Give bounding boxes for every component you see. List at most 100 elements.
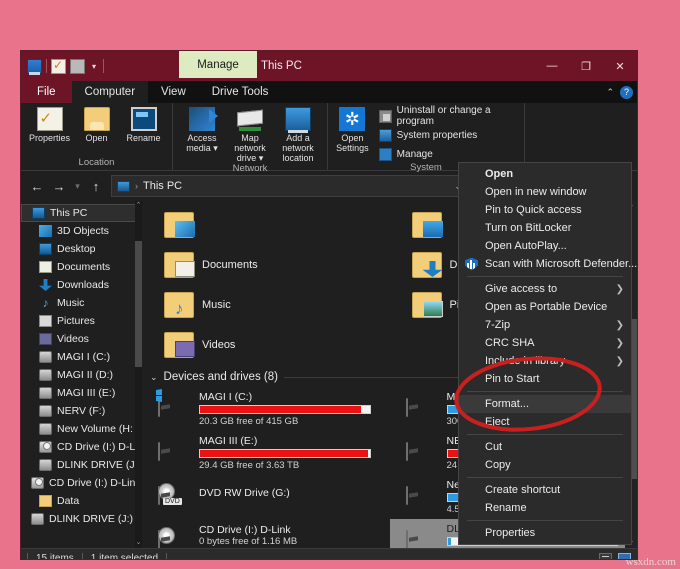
- tab-file[interactable]: File: [21, 81, 72, 103]
- nav-item-new-volume-h[interactable]: New Volume (H:: [21, 420, 142, 438]
- pc-icon[interactable]: [27, 58, 42, 75]
- context-menu-item-copy[interactable]: Copy: [459, 456, 631, 474]
- recent-locations-button[interactable]: ▾: [71, 175, 84, 197]
- menu-item-label: Copy: [485, 459, 511, 471]
- ribbon-button-open-settings[interactable]: ✲ Open Settings: [334, 107, 371, 153]
- folder-item-videos[interactable]: Videos: [142, 325, 390, 365]
- nav-item-label: DLINK DRIVE (J:): [49, 513, 134, 525]
- nav-scroll-thumb[interactable]: [135, 241, 142, 367]
- context-menu-item-properties[interactable]: Properties: [459, 524, 631, 542]
- context-menu-item-include-in-library[interactable]: Include in library ❯: [459, 352, 631, 370]
- ribbon-button-add-network-location[interactable]: Add a network location: [275, 107, 321, 163]
- nav-item-cd-drive-i-root[interactable]: CD Drive (I:) D-Lin: [21, 474, 142, 492]
- scroll-down-icon[interactable]: ⌄: [135, 538, 142, 548]
- details-view-icon[interactable]: [599, 552, 612, 559]
- context-menu-item-turn-on-bitlocker[interactable]: Turn on BitLocker: [459, 219, 631, 237]
- ribbon-button-rename[interactable]: Rename: [121, 107, 166, 143]
- context-menu-item-format[interactable]: Format...: [459, 395, 631, 413]
- folder-item-music[interactable]: ♪ Music: [142, 285, 390, 325]
- nav-item-desktop[interactable]: Desktop: [21, 240, 142, 258]
- ribbon-button-label: Add a network location: [282, 133, 314, 163]
- context-menu-item-pin-to-quick-access[interactable]: Pin to Quick access: [459, 201, 631, 219]
- tab-computer[interactable]: Computer: [71, 81, 149, 103]
- context-menu-item-pin-to-start[interactable]: Pin to Start: [459, 370, 631, 388]
- ribbon-button-access-media[interactable]: Access media ▾: [179, 107, 225, 153]
- pictures-icon: [39, 315, 52, 327]
- context-menu-item-open-as-portable-device[interactable]: Open as Portable Device: [459, 298, 631, 316]
- folder-item-3d-objects[interactable]: [142, 205, 390, 245]
- properties-icon[interactable]: [51, 58, 66, 74]
- up-button[interactable]: ↑: [86, 175, 106, 197]
- folder-item-documents[interactable]: Documents: [142, 245, 390, 285]
- drive-tile-magi-i-c[interactable]: MAGI I (C:) 20.3 GB free of 415 GB: [142, 387, 390, 431]
- close-button[interactable]: ✕: [603, 51, 637, 81]
- tab-drive-tools[interactable]: Drive Tools: [199, 81, 282, 103]
- folder-downloads-icon: [411, 252, 443, 278]
- nav-item-dlink-drive-j[interactable]: DLINK DRIVE (J:): [21, 456, 142, 474]
- new-folder-icon[interactable]: [70, 58, 85, 74]
- nav-item-magi-ii-d[interactable]: MAGI II (D:): [21, 366, 142, 384]
- nav-item-dlink-drive-j-root[interactable]: DLINK DRIVE (J:): [21, 510, 142, 528]
- context-menu-item-rename[interactable]: Rename: [459, 499, 631, 517]
- menu-item-label: Open as Portable Device: [485, 301, 608, 313]
- ribbon-item-manage[interactable]: Manage: [378, 146, 518, 162]
- menu-item-label: Turn on BitLocker: [485, 222, 572, 234]
- navigation-pane: This PC 3D Objects Desktop Documents Dow…: [21, 201, 142, 548]
- tab-view[interactable]: View: [148, 81, 199, 103]
- add-network-location-icon: [285, 107, 311, 133]
- back-button[interactable]: ←: [27, 175, 47, 197]
- folder-icon: [39, 495, 52, 507]
- nav-item-magi-iii-e[interactable]: MAGI III (E:): [21, 384, 142, 402]
- menu-item-label: Eject: [485, 416, 510, 428]
- context-menu-item-give-access-to[interactable]: Give access to ❯: [459, 280, 631, 298]
- nav-item-label: Desktop: [57, 243, 96, 255]
- manage-contextual-tab[interactable]: Manage: [179, 51, 257, 78]
- help-icon[interactable]: ?: [620, 85, 633, 99]
- ribbon-item-uninstall-program[interactable]: Uninstall or change a program: [378, 105, 518, 127]
- nav-item-documents[interactable]: Documents: [21, 258, 142, 276]
- nav-item-videos[interactable]: Videos: [21, 330, 142, 348]
- nav-item-music[interactable]: ♪ Music: [21, 294, 142, 312]
- scroll-up-icon[interactable]: ⌃: [135, 201, 142, 211]
- drive-name: MAGI III (E:): [199, 435, 258, 447]
- drive-tile-magi-iii-e[interactable]: MAGI III (E:) 29.4 GB free of 3.63 TB: [142, 431, 390, 475]
- nav-item-cd-drive-i[interactable]: CD Drive (I:) D-L: [21, 438, 142, 456]
- drive-tile-dvd-rw-g[interactable]: DVD DVD RW Drive (G:): [142, 475, 390, 519]
- nav-item-magi-i-c[interactable]: MAGI I (C:): [21, 348, 142, 366]
- context-menu-item-eject[interactable]: Eject: [459, 413, 631, 431]
- chevron-down-icon[interactable]: ⌄: [150, 372, 158, 383]
- context-menu-item-7-zip[interactable]: 7-Zip ❯: [459, 316, 631, 334]
- drive-name: DVD RW Drive (G:): [199, 487, 290, 499]
- nav-item-data[interactable]: Data: [21, 492, 142, 510]
- ribbon-item-system-properties[interactable]: System properties: [378, 127, 518, 143]
- minimize-button[interactable]: —: [535, 51, 569, 81]
- drive-icon: [39, 405, 52, 417]
- breadcrumb[interactable]: › This PC ⌄ ↻: [111, 175, 488, 197]
- nav-item-downloads[interactable]: Downloads: [21, 276, 142, 294]
- nav-scrollbar[interactable]: ⌃ ⌄: [135, 201, 142, 548]
- chevron-down-icon[interactable]: ▾: [89, 62, 99, 71]
- context-menu-item-open-autoplay[interactable]: Open AutoPlay...: [459, 237, 631, 255]
- nav-item-pictures[interactable]: Pictures: [21, 312, 142, 330]
- nav-item-label: Downloads: [57, 279, 109, 291]
- collapse-ribbon-icon[interactable]: ⌃: [606, 87, 614, 98]
- nav-item-this-pc[interactable]: This PC: [21, 204, 142, 222]
- ribbon-button-map-network-drive[interactable]: Map network drive ▾: [227, 107, 273, 163]
- maximize-button[interactable]: ❐: [569, 51, 603, 81]
- ribbon-button-properties[interactable]: Properties: [27, 107, 72, 143]
- context-menu-item-create-shortcut[interactable]: Create shortcut: [459, 481, 631, 499]
- nav-item-nerv-f[interactable]: NERV (F:): [21, 402, 142, 420]
- context-menu-item-cut[interactable]: Cut: [459, 438, 631, 456]
- drive-tile-cd-drive-i[interactable]: CD Drive (I:) D-Link 0 bytes free of 1.1…: [142, 519, 390, 548]
- menu-item-label: Open in new window: [485, 186, 587, 198]
- context-menu-item-open[interactable]: Open: [459, 165, 631, 183]
- menu-item-label: Open AutoPlay...: [485, 240, 567, 252]
- context-menu-item-crc-sha[interactable]: CRC SHA ❯: [459, 334, 631, 352]
- forward-button[interactable]: →: [49, 175, 69, 197]
- context-menu-item-open-in-new-window[interactable]: Open in new window: [459, 183, 631, 201]
- nav-item-3d-objects[interactable]: 3D Objects: [21, 222, 142, 240]
- manage-icon: [378, 147, 392, 161]
- status-bar: 15 items 1 item selected: [21, 548, 637, 559]
- context-menu-item-scan-with-defender[interactable]: Scan with Microsoft Defender...: [459, 255, 637, 273]
- ribbon-button-open[interactable]: Open: [74, 107, 119, 143]
